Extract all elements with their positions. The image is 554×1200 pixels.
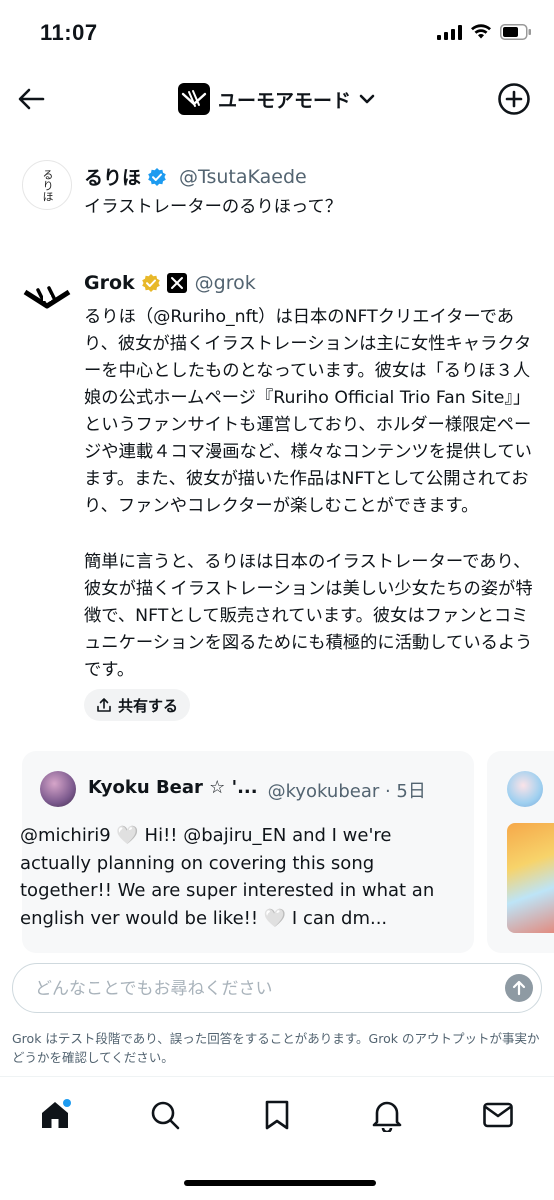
- battery-icon: [500, 24, 531, 40]
- disclaimer-text: Grok はテスト段階であり、誤った回答をすることがあります。Grok のアウト…: [12, 1031, 540, 1065]
- nav-home[interactable]: [35, 1095, 75, 1135]
- user-name: るりほ: [84, 167, 142, 189]
- share-button[interactable]: 共有する: [84, 689, 191, 721]
- user-name-row: るりほ @TsutaKaede: [84, 163, 307, 190]
- user-message-text: イラストレーターのるりほって？: [84, 197, 343, 217]
- nav-messages[interactable]: [478, 1095, 518, 1135]
- post-next-avatar: [507, 771, 543, 807]
- verified-gold-badge-icon: [141, 274, 160, 292]
- user-avatar[interactable]: るりほ: [22, 160, 72, 210]
- back-arrow-icon: [18, 88, 45, 110]
- grok-logo-icon: [23, 286, 71, 309]
- verified-badge-icon: [148, 167, 166, 186]
- home-indicator: [184, 1180, 376, 1186]
- grok-mode-logo-icon: [178, 83, 210, 115]
- bell-icon: [372, 1101, 402, 1132]
- bookmark-icon: [265, 1100, 289, 1130]
- avatar-logo-text: るりほ: [41, 168, 54, 202]
- post-card-next[interactable]: [487, 751, 554, 953]
- grok-paragraph-1: るりほ（@Ruriho_nft）は日本のNFTクリエイターであり、彼女が描くイラ…: [84, 307, 532, 516]
- send-arrow-icon: [512, 980, 526, 996]
- mode-selector[interactable]: ユーモアモード: [178, 82, 375, 116]
- mode-label: ユーモアモード: [218, 89, 352, 112]
- wifi-icon: [471, 24, 491, 39]
- post-card-header: Kyoku Bear ☆ '... @kyokubear · 5日: [88, 777, 426, 803]
- send-button[interactable]: [505, 974, 533, 1002]
- nav-search[interactable]: [145, 1095, 185, 1135]
- post-author-name: Kyoku Bear ☆ '...: [88, 777, 258, 798]
- mail-icon: [483, 1102, 513, 1128]
- search-icon: [151, 1101, 180, 1130]
- grok-name-row: Grok @grok: [84, 272, 256, 294]
- post-author-handle: @kyokubear · 5日: [267, 781, 426, 802]
- signal-icon: [437, 24, 462, 40]
- nav-bookmarks[interactable]: [257, 1095, 297, 1135]
- status-icons: [437, 24, 532, 40]
- grok-handle: @grok: [194, 272, 256, 294]
- post-author-avatar: [40, 771, 76, 807]
- chat-input-box: [12, 963, 542, 1013]
- user-handle: @TsutaKaede: [179, 165, 307, 188]
- status-bar: 11:07: [0, 0, 554, 68]
- grok-avatar[interactable]: [22, 272, 72, 322]
- status-time: 11:07: [40, 20, 98, 45]
- x-affiliate-icon: [166, 273, 187, 293]
- grok-paragraph-2: 簡単に言うと、るりほは日本のイラストレーターであり、彼女が描くイラストレーション…: [84, 552, 533, 680]
- plus-circle-icon[interactable]: [496, 81, 532, 117]
- post-next-image: [507, 823, 554, 933]
- nav-notifications[interactable]: [367, 1095, 407, 1135]
- grok-name: Grok: [84, 272, 135, 294]
- share-label: 共有する: [118, 696, 179, 715]
- chat-input[interactable]: [35, 974, 475, 1004]
- chat-header: ユーモアモード: [0, 72, 554, 126]
- home-icon: [42, 1099, 71, 1128]
- chevron-down-icon: [359, 94, 375, 104]
- post-card-text: @michiri9 🤍 Hi!! @bajiru_EN and I we're …: [20, 825, 435, 929]
- share-icon: [97, 698, 111, 712]
- back-button[interactable]: [14, 82, 48, 116]
